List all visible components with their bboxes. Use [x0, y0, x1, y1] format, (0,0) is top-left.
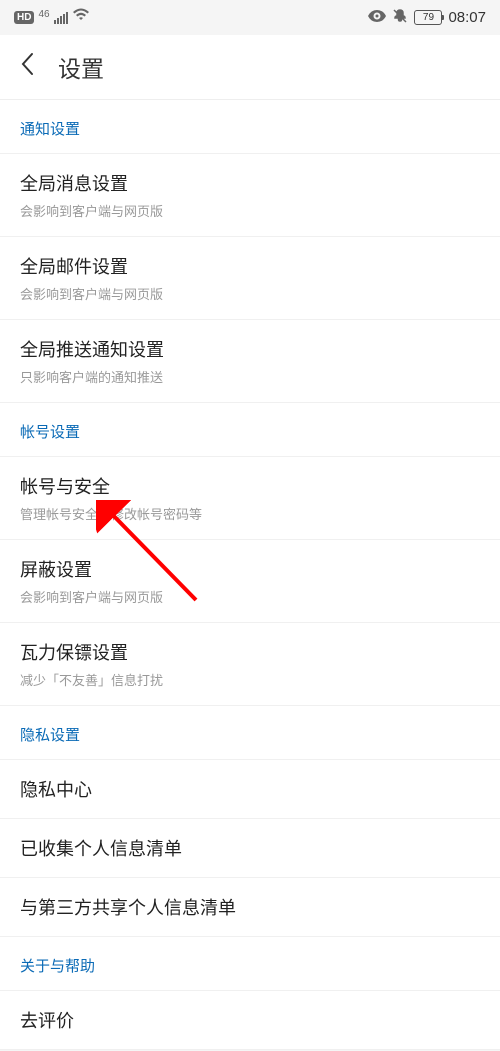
- item-title: 瓦力保镖设置: [20, 639, 480, 665]
- back-button[interactable]: [20, 52, 34, 83]
- item-global-push[interactable]: 全局推送通知设置 只影响客户端的通知推送: [0, 320, 500, 403]
- item-desc: 会影响到客户端与网页版: [20, 201, 480, 220]
- status-right: 79 08:07: [368, 8, 486, 28]
- mute-icon: [392, 8, 408, 28]
- content: 通知设置 全局消息设置 会影响到客户端与网页版 全局邮件设置 会影响到客户端与网…: [0, 100, 500, 1050]
- clock: 08:07: [448, 9, 486, 26]
- item-desc: 管理帐号安全，修改帐号密码等: [20, 504, 480, 523]
- network-4g: 46: [38, 9, 49, 20]
- item-title: 与第三方共享个人信息清单: [20, 894, 480, 920]
- page-title: 设置: [58, 50, 104, 84]
- eye-icon: [368, 9, 386, 26]
- item-global-message[interactable]: 全局消息设置 会影响到客户端与网页版: [0, 154, 500, 237]
- item-rate[interactable]: 去评价: [0, 991, 500, 1050]
- status-left: HD 46: [14, 8, 90, 27]
- signal-icon: [54, 12, 68, 24]
- hd-badge: HD: [14, 11, 34, 24]
- item-desc: 会影响到客户端与网页版: [20, 587, 480, 606]
- item-title: 已收集个人信息清单: [20, 835, 480, 861]
- item-title: 全局邮件设置: [20, 253, 480, 279]
- item-thirdparty-share[interactable]: 与第三方共享个人信息清单: [0, 878, 500, 937]
- section-header-notifications: 通知设置: [0, 100, 500, 154]
- battery-icon: 79: [414, 10, 442, 25]
- item-account-security[interactable]: 帐号与安全 管理帐号安全，修改帐号密码等: [0, 457, 500, 540]
- status-bar: HD 46 79 08:07: [0, 0, 500, 35]
- item-desc: 减少「不友善」信息打扰: [20, 670, 480, 689]
- header: 设置: [0, 35, 500, 100]
- item-desc: 只影响客户端的通知推送: [20, 367, 480, 386]
- item-title: 全局推送通知设置: [20, 336, 480, 362]
- item-privacy-center[interactable]: 隐私中心: [0, 760, 500, 819]
- item-title: 隐私中心: [20, 776, 480, 802]
- section-header-privacy: 隐私设置: [0, 706, 500, 760]
- item-title: 屏蔽设置: [20, 556, 480, 582]
- item-collected-info[interactable]: 已收集个人信息清单: [0, 819, 500, 878]
- wifi-icon: [72, 8, 90, 27]
- item-global-mail[interactable]: 全局邮件设置 会影响到客户端与网页版: [0, 237, 500, 320]
- item-title: 全局消息设置: [20, 170, 480, 196]
- item-title: 去评价: [20, 1007, 480, 1033]
- section-header-about: 关于与帮助: [0, 937, 500, 991]
- item-title: 帐号与安全: [20, 473, 480, 499]
- item-desc: 会影响到客户端与网页版: [20, 284, 480, 303]
- item-block[interactable]: 屏蔽设置 会影响到客户端与网页版: [0, 540, 500, 623]
- section-header-account: 帐号设置: [0, 403, 500, 457]
- item-wali[interactable]: 瓦力保镖设置 减少「不友善」信息打扰: [0, 623, 500, 706]
